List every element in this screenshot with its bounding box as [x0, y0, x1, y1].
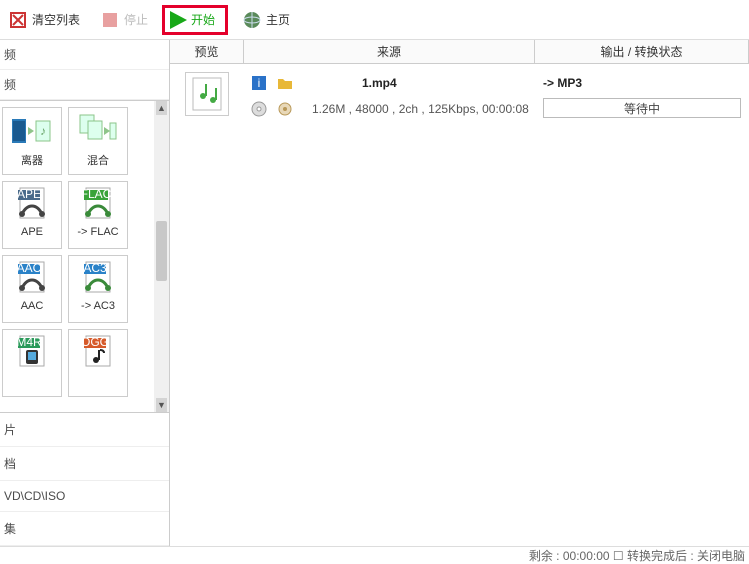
separator-icon: ♪: [12, 112, 52, 150]
info-icon[interactable]: i: [250, 74, 268, 92]
preview-cell: [170, 68, 244, 124]
clear-icon: [8, 10, 28, 30]
svg-text:OGG: OGG: [81, 335, 109, 349]
tile-flac[interactable]: FLAC -> FLAC: [68, 181, 128, 249]
ape-icon: APE: [12, 186, 52, 224]
sidebar-item[interactable]: 频: [0, 40, 169, 70]
tile-mixer[interactable]: 混合: [68, 107, 128, 175]
svg-text:i: i: [258, 76, 261, 90]
col-status[interactable]: 输出 / 转换状态: [535, 40, 749, 63]
stop-button[interactable]: 停止: [94, 6, 154, 34]
tile-ape[interactable]: APE APE: [2, 181, 62, 249]
content-area: 预览 来源 输出 / 转换状态 i 1.mp4 1.26M , 48000: [170, 40, 749, 546]
tile-label: -> AC3: [81, 300, 115, 312]
stop-icon: [100, 10, 120, 30]
ac3-icon: AC3: [78, 260, 118, 298]
scroll-down-arrow[interactable]: ▼: [156, 398, 167, 412]
sidebar-header-list: 频 频: [0, 40, 169, 101]
status-cell: -> MP3 等待中: [535, 68, 749, 124]
folder-icon[interactable]: [276, 74, 294, 92]
tile-label: 离器: [21, 152, 43, 168]
play-icon: [167, 10, 187, 30]
sidebar-scrollbar[interactable]: ▲ ▼: [154, 101, 169, 412]
category-item[interactable]: 档: [0, 447, 169, 481]
m4r-icon: M4R: [12, 334, 52, 372]
sidebar: 频 频 ♪ 离器 混合 APE: [0, 40, 170, 546]
aac-icon: AAC: [12, 260, 52, 298]
tile-separator[interactable]: ♪ 离器: [2, 107, 62, 175]
category-item[interactable]: 集: [0, 512, 169, 546]
file-thumbnail[interactable]: [185, 72, 229, 116]
tile-m4r[interactable]: M4R: [2, 329, 62, 397]
progress-text: 等待中: [624, 100, 660, 117]
file-row[interactable]: i 1.mp4 1.26M , 48000 , 2ch , 125Kbps, 0…: [170, 64, 749, 128]
globe-icon: [242, 10, 262, 30]
toolbar: 清空列表 停止 开始 主页: [0, 0, 749, 40]
tile-aac[interactable]: AAC AAC: [2, 255, 62, 323]
category-list: 片 档 VD\CD\ISO 集: [0, 412, 169, 546]
category-item[interactable]: VD\CD\ISO: [0, 481, 169, 512]
format-grid-area: ♪ 离器 混合 APE APE: [0, 101, 169, 412]
start-button[interactable]: 开始: [162, 5, 228, 35]
tile-ogg[interactable]: OGG: [68, 329, 128, 397]
footer-text: 剩余 : 00:00:00 ☐ 转换完成后 : 关闭电脑: [529, 549, 745, 563]
scroll-up-arrow[interactable]: ▲: [156, 101, 167, 115]
progress-bar: 等待中: [543, 98, 741, 118]
disc-icon[interactable]: [250, 100, 268, 118]
source-cell: i 1.mp4 1.26M , 48000 , 2ch , 125Kbps, 0…: [244, 68, 535, 124]
tile-ac3[interactable]: AC3 -> AC3: [68, 255, 128, 323]
tile-label: -> FLAC: [77, 226, 118, 238]
start-label: 开始: [191, 11, 215, 28]
stop-label: 停止: [124, 11, 148, 28]
svg-text:M4R: M4R: [16, 335, 42, 349]
mixer-icon: [78, 112, 118, 150]
col-preview[interactable]: 预览: [170, 40, 244, 63]
clear-list-button[interactable]: 清空列表: [2, 6, 86, 34]
svg-text:♪: ♪: [40, 124, 46, 138]
settings-icon[interactable]: [276, 100, 294, 118]
clear-label: 清空列表: [32, 11, 80, 28]
home-button[interactable]: 主页: [236, 6, 296, 34]
category-item[interactable]: 片: [0, 413, 169, 447]
col-source[interactable]: 来源: [244, 40, 535, 63]
tile-label: 混合: [87, 152, 109, 168]
tile-label: AAC: [21, 300, 44, 312]
file-meta: 1.26M , 48000 , 2ch , 125Kbps, 00:00:08: [312, 102, 529, 116]
main-area: 频 频 ♪ 离器 混合 APE: [0, 40, 749, 546]
status-bar: 剩余 : 00:00:00 ☐ 转换完成后 : 关闭电脑: [0, 546, 749, 562]
svg-text:APE: APE: [17, 187, 41, 201]
tile-label: APE: [21, 226, 43, 238]
sidebar-item[interactable]: 频: [0, 70, 169, 100]
file-name: 1.mp4: [362, 76, 397, 90]
column-headers: 预览 来源 输出 / 转换状态: [170, 40, 749, 64]
output-format: -> MP3: [543, 72, 741, 94]
flac-icon: FLAC: [78, 186, 118, 224]
svg-text:AAC: AAC: [17, 261, 42, 275]
scroll-thumb[interactable]: [156, 221, 167, 281]
home-label: 主页: [266, 11, 290, 28]
format-grid: ♪ 离器 混合 APE APE: [2, 107, 152, 397]
svg-text:FLAC: FLAC: [81, 187, 112, 201]
ogg-icon: OGG: [78, 334, 118, 372]
svg-text:AC3: AC3: [83, 261, 107, 275]
